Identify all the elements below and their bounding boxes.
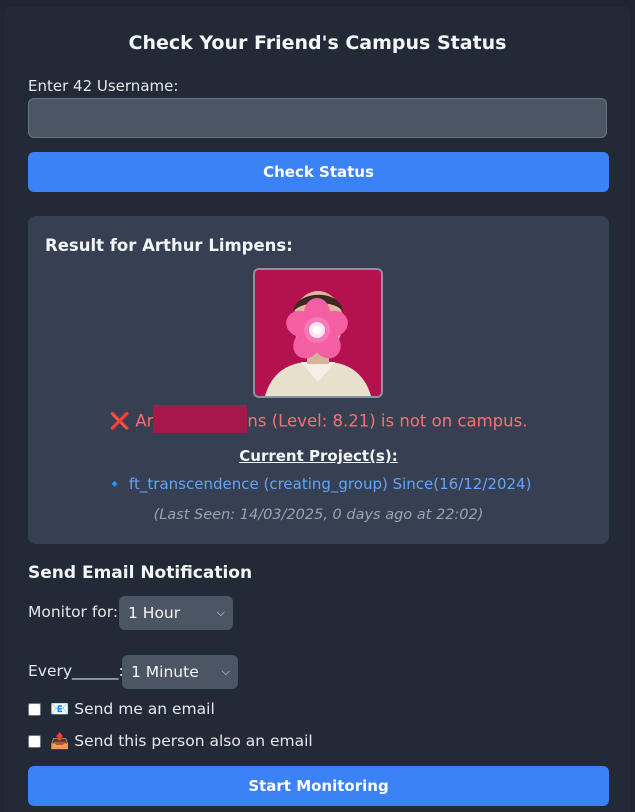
result-card: Result for Arthur Limpens: ❌ Ar ns (Leve… xyxy=(28,216,609,544)
project-text: ft_transcendence (creating_group) Since(… xyxy=(129,475,532,493)
email-section-title: Send Email Notification xyxy=(28,563,253,583)
avatar xyxy=(253,268,383,398)
every-label: Every______: xyxy=(28,662,124,680)
project-item: 🔹 ft_transcendence (creating_group) Sinc… xyxy=(28,475,609,493)
username-label: Enter 42 Username: xyxy=(28,77,179,95)
status-name-prefix: Ar xyxy=(135,411,154,431)
cross-icon: ❌ xyxy=(109,411,131,431)
check-status-button[interactable]: Check Status xyxy=(28,152,609,192)
username-input[interactable] xyxy=(28,98,607,138)
send-person-email-checkbox[interactable] xyxy=(28,735,41,748)
chevron-down-icon: ⌵ xyxy=(216,606,225,619)
interval-value: 1 Minute xyxy=(131,663,199,681)
result-title: Result for Arthur Limpens: xyxy=(45,236,293,255)
monitor-label: Monitor for: xyxy=(28,603,119,621)
projects-heading: Current Project(s): xyxy=(239,447,398,465)
last-seen: (Last Seen: 14/03/2025, 0 days ago at 22… xyxy=(153,507,484,523)
send-me-email-checkbox[interactable] xyxy=(28,703,41,716)
redaction-bar xyxy=(153,405,248,433)
page-title: Check Your Friend's Campus Status xyxy=(128,32,507,54)
send-person-email-label: 📤 Send this person also an email xyxy=(50,732,313,750)
monitor-duration-value: 1 Hour xyxy=(128,604,181,622)
start-monitoring-button[interactable]: Start Monitoring xyxy=(28,766,609,806)
diamond-icon: 🔹 xyxy=(105,475,125,493)
status-message: ❌ Ar ns (Level: 8.21) is not on campus. xyxy=(28,405,609,433)
monitor-duration-select[interactable]: 1 Hour ⌵ xyxy=(119,596,233,630)
send-me-email-label: 📧 Send me an email xyxy=(50,700,215,718)
avatar-image xyxy=(255,270,381,396)
interval-select[interactable]: 1 Minute ⌵ xyxy=(122,655,238,689)
chevron-down-icon: ⌵ xyxy=(221,665,230,678)
status-text: ns (Level: 8.21) is not on campus. xyxy=(247,411,528,431)
